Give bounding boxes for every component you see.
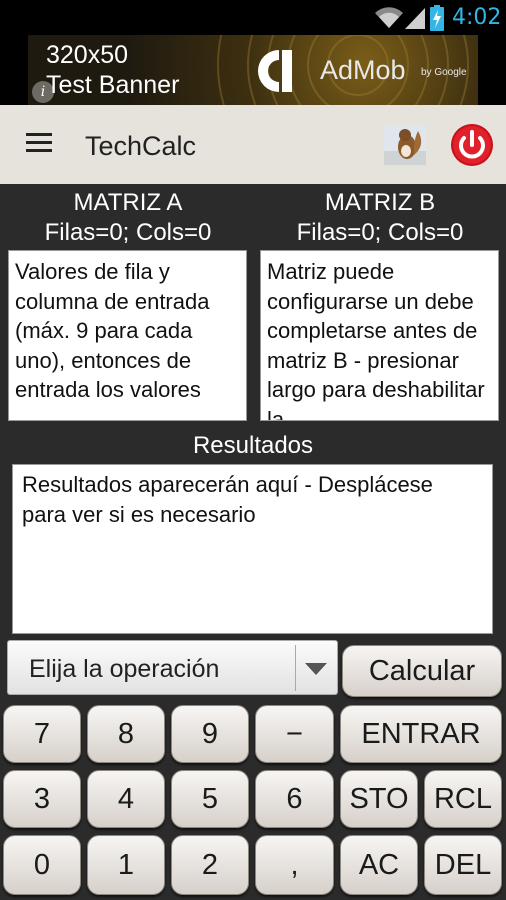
dropdown-arrow-icon [305,663,327,675]
select-divider [295,645,296,691]
results-title: Resultados [192,432,314,459]
matrix-a-header: MATRIZ A Filas=0; Cols=0 [3,188,253,248]
matrix-b-title: MATRIZ B [324,189,436,216]
key-4[interactable]: 4 [87,770,165,828]
enter-button[interactable]: ENTRAR [340,705,502,763]
app-title: TechCalc [85,131,197,161]
rcl-button[interactable]: RCL [424,770,502,828]
ac-button[interactable]: AC [340,835,418,895]
ad-brand-text: AdMob [320,55,406,85]
admob-logo-icon [258,50,292,92]
key-6[interactable]: 6 [255,770,334,828]
key-5[interactable]: 5 [171,770,249,828]
matrix-b-dims: Filas=0; Cols=0 [296,219,464,246]
matrix-b-textarea[interactable]: Matriz puede configurarse un debe comple… [260,250,499,421]
wifi-icon [375,7,403,29]
matrix-a-textarea[interactable]: Valores de fila y columna de entrada (má… [8,250,247,421]
results-textarea[interactable]: Resultados aparecerán aquí - Desplácese … [12,464,493,634]
key-9[interactable]: 9 [171,705,249,763]
operation-selected-label: Elija la operación [29,655,220,683]
key-8[interactable]: 8 [87,705,165,763]
app-bar: TechCalc [0,105,506,184]
calculate-button[interactable]: Calcular [342,645,502,697]
battery-charging-icon [430,5,444,31]
squirrel-image-icon[interactable] [384,125,426,165]
matrix-a-dims: Filas=0; Cols=0 [44,219,212,246]
key-0[interactable]: 0 [3,835,81,895]
ad-size-text: 320x50 [46,41,129,69]
power-icon[interactable] [450,123,494,167]
key-comma[interactable]: , [255,835,334,895]
matrix-a-title: MATRIZ A [73,189,183,216]
key-7[interactable]: 7 [3,705,81,763]
sto-button[interactable]: STO [340,770,418,828]
ad-banner-text: Test Banner [46,71,180,99]
status-bar: 4:02 [0,0,506,35]
ad-by-text: by Google [421,67,467,78]
ad-banner[interactable]: 320x50 Test Banner i AdMob by Google [28,35,478,105]
key-1[interactable]: 1 [87,835,165,895]
clock-time: 4:02 [452,5,502,30]
key-2[interactable]: 2 [171,835,249,895]
matrix-b-header: MATRIZ B Filas=0; Cols=0 [255,188,505,248]
del-button[interactable]: DEL [424,835,502,895]
key-minus[interactable]: − [255,705,334,763]
menu-icon[interactable] [26,133,52,153]
signal-icon [405,8,425,29]
operation-select[interactable]: Elija la operación [7,640,338,695]
ad-info-icon[interactable]: i [32,81,54,103]
key-3[interactable]: 3 [3,770,81,828]
